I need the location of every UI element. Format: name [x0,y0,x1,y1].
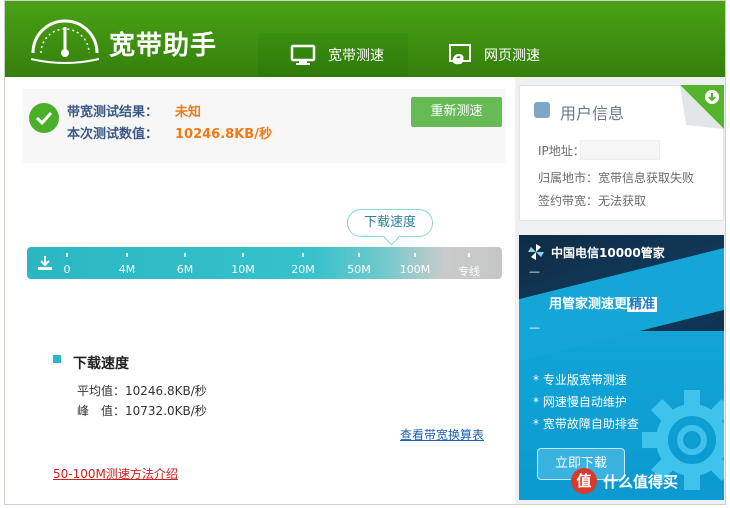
check-icon [29,103,59,133]
speed-scale-bar: 0 4M 6M 10M 20M 50M 100M 专线 [27,247,502,279]
method-link[interactable]: 50-100M测速方法介绍 [53,465,178,482]
region-row: 归属地市：宽带信息获取失败 [538,169,694,186]
plan-value: 无法获取 [598,194,647,208]
speed-bubble: 下载速度 [347,209,433,237]
pinwheel-logo-icon [528,244,544,260]
watermark-logo: 值 [571,468,597,494]
scale-tick-mark [468,253,470,257]
user-info-icon [534,102,550,118]
right-sidebar: 用户信息 IP地址： 归属地市：宽带信息获取失败 签约带宽：无法获取 中国电信1… [515,77,725,504]
ad-feature-2: * 网速慢自动维护 [533,395,627,409]
watermark: 值 什么值得买 [571,466,678,496]
monitor-icon [290,44,316,65]
download-icon [38,256,52,270]
download-title: 下载速度 [73,356,129,372]
ad-headline-text: 用管家测速更 [549,297,628,312]
user-info-card: 用户信息 IP地址： 归属地市：宽带信息获取失败 签约带宽：无法获取 [519,85,724,221]
tab-bandwidth-label: 宽带测速 [328,48,384,64]
scale-tick-mark [358,253,360,257]
scale-tick-mark [66,253,68,257]
peak-stat: 峰 值：10732.0KB/秒 [77,402,207,419]
user-info-title: 用户信息 [560,104,625,123]
scale-tick-label: 20M [291,263,315,276]
peak-label: 峰 值： [77,404,126,418]
ad-dash-1: — [529,265,540,278]
app-window: 宽带助手 宽带测速 e 网页测速 带宽测试结果： 未知 本次测试数值： 1024… [4,0,726,505]
scale-tick-label: 6M [176,263,194,276]
download-marker [53,355,61,363]
scale-tick-mark [126,253,128,257]
peak-value: 10732.0KB/秒 [125,404,207,418]
download-corner-icon[interactable] [680,85,724,129]
region-label: 归属地市： [538,171,599,185]
scale-tick-mark [414,253,416,257]
ad-feature-3: * 宽带故障自助排查 [533,417,639,431]
ie-browser-icon: e [449,44,471,66]
scale-tick-label: 0 [63,263,71,276]
scale-tick-label: 50M [347,263,371,276]
ad-dash-2: — [529,321,540,334]
tab-bandwidth-test[interactable]: 宽带测速 [258,33,408,77]
result-value: 未知 [175,105,202,120]
region-value: 宽带信息获取失败 [598,171,695,185]
ad-headline: 用管家测速更 精准 [549,293,658,312]
ad-headline-accent: 精准 [627,297,658,312]
speed-label: 本次测试数值： [67,127,159,142]
avg-value: 10246.8KB/秒 [125,384,207,398]
result-label: 带宽测试结果： [67,105,159,120]
scale-tick-label: 4M [118,263,136,276]
ip-value-box [580,140,660,160]
tab-web-test[interactable]: e 网页测速 [410,33,580,77]
header-bar: 宽带助手 宽带测速 e 网页测速 [5,1,725,77]
ip-label: IP地址： [538,144,585,158]
avg-stat: 平均值：10246.8KB/秒 [77,382,207,399]
retest-button[interactable]: 重新测速 [411,97,502,127]
ad-banner[interactable]: 中国电信10000管家 — 用管家测速更 精准 — * 专业版宽带测速 * 网速… [519,235,724,500]
scale-tick-label: 100M [399,263,431,276]
tab-web-label: 网页测速 [484,48,540,64]
ad-brand: 中国电信10000管家 [551,246,665,260]
scale-tick-label: 10M [231,263,255,276]
ad-feature-1: * 专业版宽带测速 [533,373,627,387]
speed-value: 10246.8KB/秒 [175,127,272,142]
scale-tick-mark [242,253,244,257]
speedometer-icon [30,19,100,64]
svg-text:e: e [452,48,464,66]
scale-tick-mark [184,253,186,257]
scale-tick-label: 专线 [458,265,480,278]
view-table-link[interactable]: 查看带宽换算表 [400,426,484,443]
result-panel: 带宽测试结果： 未知 本次测试数值： 10246.8KB/秒 重新测速 [23,89,505,163]
avg-label: 平均值： [77,384,126,398]
plan-row: 签约带宽：无法获取 [538,192,646,209]
watermark-text: 什么值得买 [603,472,679,491]
plan-label: 签约带宽： [538,194,599,208]
scale-tick-mark [302,253,304,257]
app-title: 宽带助手 [109,31,218,61]
